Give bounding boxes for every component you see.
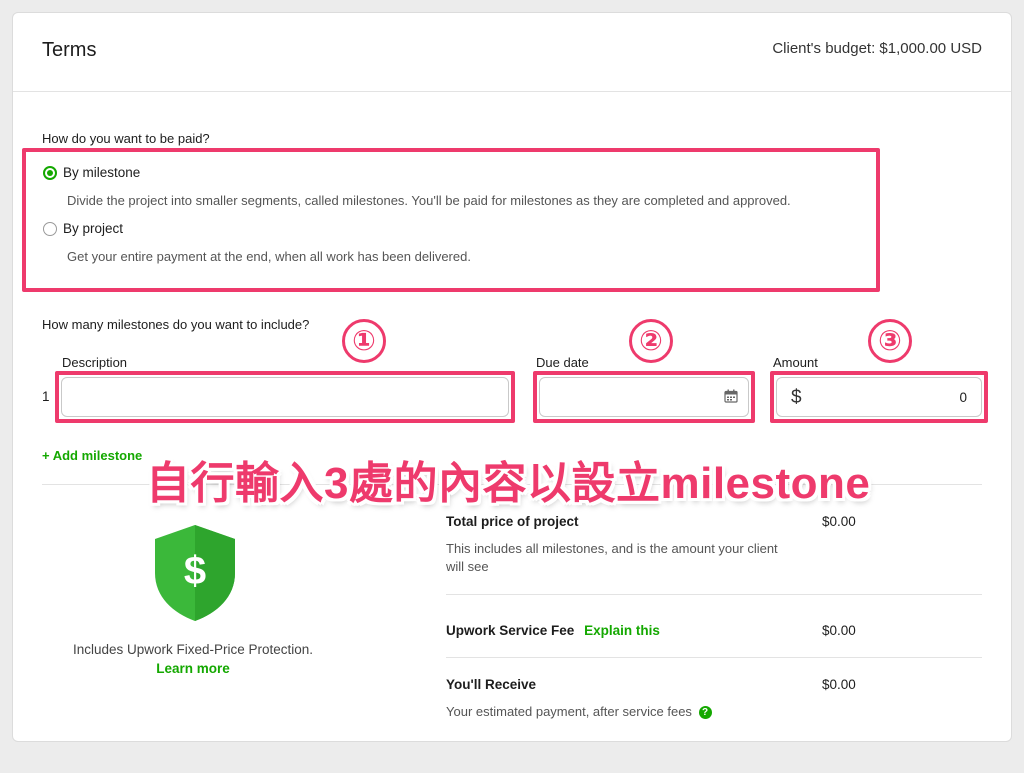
payment-options-highlight <box>22 148 880 292</box>
shield-dollar-symbol: $ <box>183 549 207 593</box>
amount-highlight <box>770 371 988 423</box>
column-description-label: Description <box>62 355 128 370</box>
you-receive-desc: Your estimated payment, after service fe… <box>446 704 692 719</box>
milestones-question: How many milestones do you want to inclu… <box>42 317 310 332</box>
annotation-marker-3: ③ <box>868 319 912 363</box>
column-amount-label: Amount <box>773 355 818 370</box>
client-budget: Client's budget: $1,000.00 USD <box>772 40 982 57</box>
add-milestone-link[interactable]: + Add milestone <box>42 448 142 463</box>
column-due-date-label: Due date <box>536 355 589 370</box>
due-date-highlight <box>533 371 755 423</box>
summary-divider-2 <box>446 657 982 658</box>
explain-this-link[interactable]: Explain this <box>584 623 660 638</box>
protection-text: Includes Upwork Fixed-Price Protection. <box>72 642 314 657</box>
you-receive-amount: $0.00 <box>822 677 856 692</box>
you-receive-desc-row: Your estimated payment, after service fe… <box>446 703 712 721</box>
card-header: Terms Client's budget: $1,000.00 USD <box>13 13 1011 92</box>
payment-question: How do you want to be paid? <box>42 131 210 146</box>
description-highlight <box>55 371 515 423</box>
service-fee-title: Upwork Service Fee Explain this <box>446 623 660 638</box>
shield-dollar-icon: $ <box>151 523 239 623</box>
annotation-marker-2: ② <box>629 319 673 363</box>
total-price-desc: This includes all milestones, and is the… <box>446 541 778 574</box>
total-price-title: Total price of project <box>446 514 579 529</box>
annotation-marker-1: ① <box>342 319 386 363</box>
summary-divider-1 <box>446 594 982 595</box>
service-fee-label: Upwork Service Fee <box>446 623 575 638</box>
service-fee-amount: $0.00 <box>822 623 856 638</box>
you-receive-title: You'll Receive <box>446 677 536 692</box>
page: Terms Client's budget: $1,000.00 USD How… <box>0 0 1024 773</box>
annotation-caption: 自行輸入3處的內容以設立milestone <box>146 459 871 508</box>
learn-more-link[interactable]: Learn more <box>43 661 343 676</box>
milestone-row-index: 1 <box>42 389 50 404</box>
help-icon[interactable]: ? <box>698 706 712 719</box>
page-title: Terms <box>42 39 97 61</box>
terms-card: Terms Client's budget: $1,000.00 USD How… <box>12 12 1012 742</box>
total-price-amount: $0.00 <box>822 514 856 529</box>
